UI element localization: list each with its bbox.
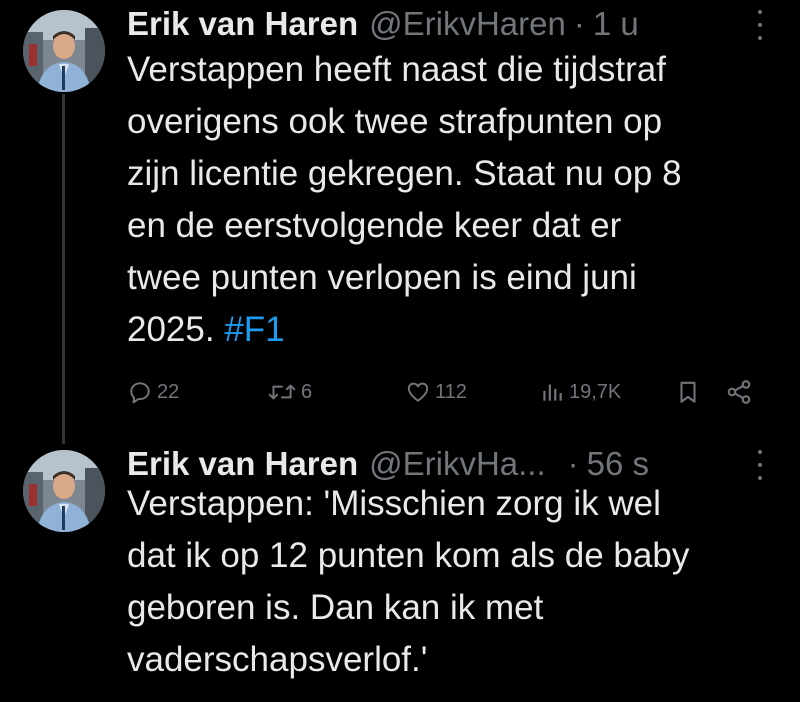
tweet-text-line: Verstappen heeft naast die tijdstraf (127, 50, 666, 89)
reply-button[interactable]: 22 (127, 372, 179, 412)
views-icon (543, 384, 562, 401)
share-icon (727, 380, 751, 404)
bookmark-icon (680, 381, 696, 403)
tweet-text: Verstappen: 'Misschien zorg ik wel dat i… (127, 478, 787, 686)
share-button[interactable] (725, 372, 753, 412)
tweet-text-line: vaderschapsverlof.' (127, 640, 428, 679)
tweet-text-line: en de eerstvolgende keer dat er (127, 206, 622, 245)
thread-connector-line (62, 94, 65, 444)
hashtag-link[interactable]: #F1 (224, 310, 284, 349)
tweet-action-bar: 22 6 112 19,7K (127, 372, 767, 412)
author-handle[interactable]: @ErikvHaren (369, 5, 566, 43)
avatar[interactable] (23, 450, 105, 532)
retweet-count: 6 (301, 380, 313, 403)
author-name[interactable]: Erik van Haren (127, 5, 358, 43)
like-count: 112 (435, 380, 467, 403)
tweet-text-line: 2025. #F1 (127, 304, 787, 356)
reply-count: 22 (157, 380, 180, 403)
like-icon (407, 382, 429, 402)
tweet-text-line: Verstappen: 'Misschien zorg ik wel (127, 484, 661, 523)
separator-dot: · (573, 5, 585, 42)
tweet-text-fragment: 2025. (127, 310, 225, 349)
bookmark-button[interactable] (675, 372, 701, 412)
view-count: 19,7K (569, 380, 622, 403)
tweet-header: Erik van Haren @ErikvHaren · 1 u (127, 0, 766, 48)
retweet-button[interactable]: 6 (267, 372, 312, 412)
like-button[interactable]: 112 (405, 372, 467, 412)
more-options-icon[interactable] (756, 450, 764, 480)
tweet-text-line: zijn licentie gekregen. Staat nu op 8 (127, 154, 682, 193)
retweet-icon (268, 384, 296, 400)
tweet-text: Verstappen heeft naast die tijdstraf ove… (127, 44, 787, 356)
tweet-text-line: dat ik op 12 punten kom als de baby (127, 536, 690, 575)
more-options-icon[interactable] (756, 10, 764, 40)
avatar-image (23, 450, 105, 532)
reply-icon (130, 382, 150, 404)
views-button[interactable]: 19,7K (539, 372, 621, 412)
tweet-text-line: geboren is. Dan kan ik met (127, 588, 544, 627)
tweet-text-line: overigens ook twee strafpunten op (127, 102, 663, 141)
tweet-text-line: twee punten verlopen is eind juni (127, 258, 637, 297)
avatar-image (23, 10, 105, 92)
timestamp[interactable]: 1 u (593, 5, 639, 43)
avatar[interactable] (23, 10, 105, 92)
